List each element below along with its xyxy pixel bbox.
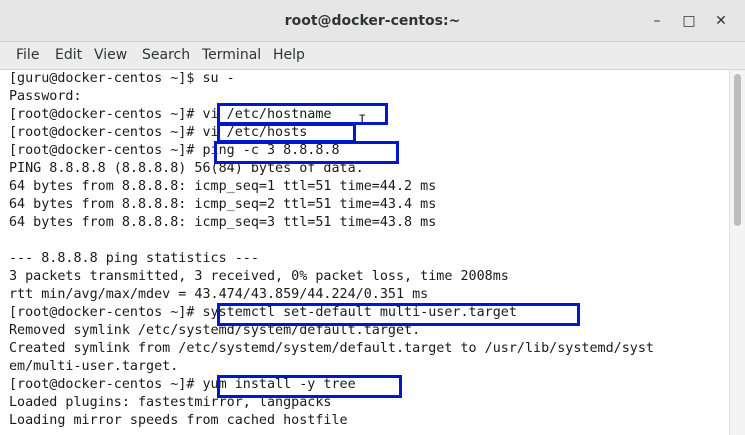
- menu-view[interactable]: View: [94, 47, 127, 63]
- terminal-line: PING 8.8.8.8 (8.8.8.8) 56(84) bytes of d…: [9, 161, 364, 176]
- terminal-line: Created symlink from /etc/systemd/system…: [9, 341, 654, 356]
- terminal-line: rtt min/avg/max/mdev = 43.474/43.859/44.…: [9, 287, 429, 302]
- maximize-icon[interactable]: □: [679, 11, 699, 31]
- terminal-line: 64 bytes from 8.8.8.8: icmp_seq=1 ttl=51…: [9, 179, 437, 194]
- terminal-line: [root@docker-centos ~]# systemctl set-de…: [9, 305, 517, 320]
- text-cursor-icon: I: [358, 113, 367, 129]
- terminal-line: Password:: [9, 89, 82, 104]
- terminal-line: --- 8.8.8.8 ping statistics ---: [9, 251, 259, 266]
- terminal-line: 64 bytes from 8.8.8.8: icmp_seq=3 ttl=51…: [9, 215, 437, 230]
- menu-help[interactable]: Help: [273, 47, 305, 63]
- menu-search[interactable]: Search: [142, 47, 190, 63]
- terminal-line: [root@docker-centos ~]# vi /etc/hostname: [9, 107, 332, 122]
- title-bar: root@docker-centos:~ – □ ✕: [0, 0, 745, 42]
- terminal-line: [guru@docker-centos ~]$ su -: [9, 71, 235, 86]
- terminal-line: 3 packets transmitted, 3 received, 0% pa…: [9, 269, 509, 284]
- window-title: root@docker-centos:~: [284, 13, 461, 29]
- terminal-line: [root@docker-centos ~]# yum install -y t…: [9, 377, 356, 392]
- terminal-line: [root@docker-centos ~]# vi /etc/hosts: [9, 125, 308, 140]
- menu-terminal[interactable]: Terminal: [202, 47, 261, 63]
- minimize-icon[interactable]: –: [647, 11, 667, 31]
- terminal-line: Removed symlink /etc/systemd/system/defa…: [9, 323, 421, 338]
- terminal-scrollbar[interactable]: [729, 70, 745, 435]
- terminal-line: Loaded plugins: fastestmirror, langpacks: [9, 395, 332, 410]
- menu-edit[interactable]: Edit: [55, 47, 82, 63]
- terminal-line: 64 bytes from 8.8.8.8: icmp_seq=2 ttl=51…: [9, 197, 437, 212]
- menu-bar: File Edit View Search Terminal Help: [0, 42, 745, 70]
- menu-file[interactable]: File: [16, 47, 39, 63]
- terminal-line: em/multi-user.target.: [9, 359, 179, 374]
- terminal-line: [root@docker-centos ~]# ping -c 3 8.8.8.…: [9, 143, 340, 158]
- scrollbar-thumb[interactable]: [734, 74, 741, 226]
- close-icon[interactable]: ✕: [711, 11, 731, 31]
- terminal-line: Loading mirror speeds from cached hostfi…: [9, 413, 348, 428]
